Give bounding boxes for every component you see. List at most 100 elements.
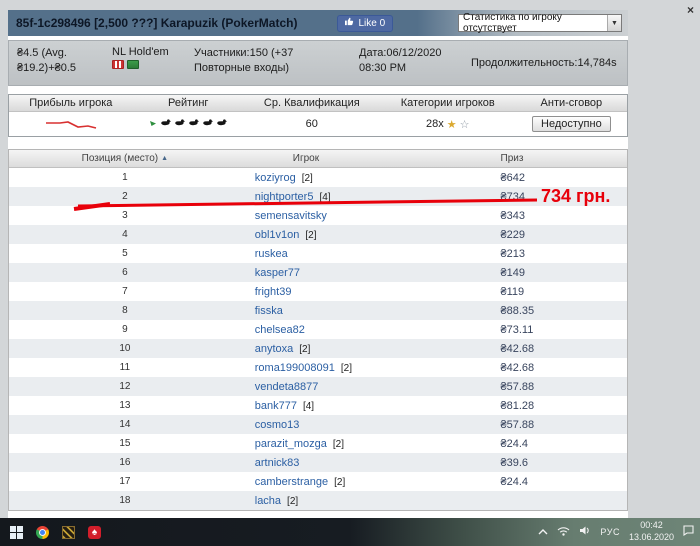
- player-link[interactable]: koziyrog: [255, 172, 296, 184]
- player-link[interactable]: anytoxa: [255, 343, 294, 355]
- clock[interactable]: 00:42 13.06.2020: [629, 520, 674, 543]
- player-link[interactable]: vendeta8877: [255, 381, 319, 393]
- prize-cell: ₴73.11: [500, 323, 534, 336]
- player-cell: camberstrange [2]: [241, 476, 473, 488]
- entries-count: [2]: [305, 229, 317, 241]
- table-header-row: Позиция (место) ▲ Игрок Приз: [9, 150, 627, 168]
- player-cell: obl1v1on [2]: [241, 229, 473, 241]
- player-cell: nightporter5 [4]: [241, 191, 473, 203]
- position-header[interactable]: Позиция (место) ▲: [9, 153, 241, 164]
- player-stats-dropdown[interactable]: Статистика по игроку отсутствует ▼: [458, 12, 622, 34]
- prize-cell: ₴213: [500, 247, 525, 260]
- player-header[interactable]: Игрок: [241, 153, 473, 164]
- prize-header[interactable]: Приз: [473, 153, 628, 164]
- player-link[interactable]: artnick83: [255, 457, 300, 469]
- pokerstars-icon[interactable]: ♠: [88, 525, 101, 539]
- entries-count: [2]: [299, 343, 311, 355]
- table-row: 13 bank777 [4] ₴81.28: [9, 396, 627, 415]
- player-link[interactable]: kasper77: [255, 267, 300, 279]
- player-link[interactable]: lacha: [255, 495, 281, 507]
- start-button[interactable]: [10, 525, 23, 539]
- player-link[interactable]: parazit_mozga: [255, 438, 327, 450]
- duck-icon: [160, 118, 172, 131]
- prize-cell: ₴42.68: [500, 342, 535, 355]
- player-link[interactable]: bank777: [255, 400, 297, 412]
- wifi-icon[interactable]: [557, 523, 570, 541]
- player-cell: lacha [2]: [241, 495, 473, 507]
- close-icon[interactable]: ×: [687, 3, 694, 17]
- dropdown-selected-value: Статистика по игроку отсутствует: [463, 12, 562, 34]
- prize-cell: ₴57.88: [500, 418, 535, 431]
- profit-sparkline: [45, 121, 96, 129]
- player-link[interactable]: fright39: [255, 286, 292, 298]
- volume-icon[interactable]: [579, 523, 591, 541]
- player-cell: chelsea82: [241, 324, 473, 336]
- action-center-icon[interactable]: [683, 523, 694, 541]
- player-cell: kasper77: [241, 267, 473, 279]
- entries-count: [2]: [287, 495, 299, 507]
- avg-qualification-value: 60: [305, 118, 318, 130]
- table-row: 11 roma199008091 [2] ₴42.68: [9, 358, 627, 377]
- table-row: 7 fright39 ₴119: [9, 282, 627, 301]
- stats-header-rating: Рейтинг: [168, 97, 209, 109]
- tournament-date: Дата:06/12/2020 08:30 PM: [359, 47, 442, 74]
- entries-count: [4]: [319, 191, 331, 203]
- position-cell: 8: [122, 305, 128, 316]
- player-link[interactable]: cosmo13: [255, 419, 300, 431]
- player-link[interactable]: semensavitsky: [255, 210, 327, 222]
- trend-down-icon: [149, 118, 157, 130]
- entries-count: [2]: [340, 362, 352, 374]
- player-cell: koziyrog [2]: [241, 172, 473, 184]
- game-flag-icon-1: [112, 60, 124, 69]
- categories-count: 28x: [426, 118, 444, 130]
- position-cell: 5: [122, 248, 128, 259]
- player-link[interactable]: roma199008091: [255, 362, 335, 374]
- position-cell: 15: [119, 438, 131, 449]
- player-cell: ruskea: [241, 248, 473, 260]
- tray-expand-icon[interactable]: [538, 523, 548, 541]
- player-link[interactable]: chelsea82: [255, 324, 305, 336]
- stats-header-row: Прибыль игрока Рейтинг Ср. Квалификация …: [9, 95, 627, 112]
- tournament-panel: 85f-1c298496 [2,500 ???] Karapuzik (Poke…: [8, 10, 628, 518]
- tournament-infobar: ₴4.5 (Avg. ₴19.2)+₴0.5 NL Hold'em Участн…: [8, 40, 628, 86]
- like-button[interactable]: Like 0: [337, 14, 394, 32]
- prize-cell: ₴734: [500, 190, 525, 203]
- poker-app-icon[interactable]: [62, 525, 75, 539]
- player-link[interactable]: camberstrange: [255, 476, 328, 488]
- player-link[interactable]: obl1v1on: [255, 229, 300, 241]
- prize-cell: ₴24.4: [500, 437, 529, 450]
- prize-cell: ₴149: [500, 266, 525, 279]
- player-link[interactable]: ruskea: [255, 248, 288, 260]
- rating-icons: [160, 118, 228, 131]
- player-cell: parazit_mozga [2]: [241, 438, 473, 450]
- player-link[interactable]: fisska: [255, 305, 283, 317]
- taskbar-apps: ♠: [6, 525, 101, 539]
- table-row: 8 fisska ₴88.35: [9, 301, 627, 320]
- stats-header-anticollusion: Анти-сговор: [540, 97, 603, 109]
- table-row: 14 cosmo13 ₴57.88: [9, 415, 627, 434]
- player-cell: cosmo13: [241, 419, 473, 431]
- table-row: 10 anytoxa [2] ₴42.68: [9, 339, 627, 358]
- player-cell: fright39: [241, 286, 473, 298]
- table-row: 2 nightporter5 [4] ₴734: [9, 187, 627, 206]
- chrome-icon[interactable]: [36, 525, 49, 539]
- game-type: NL Hold'em: [112, 46, 194, 80]
- position-cell: 18: [119, 495, 131, 506]
- titlebar: 85f-1c298496 [2,500 ???] Karapuzik (Poke…: [8, 10, 628, 36]
- screen: × 85f-1c298496 [2,500 ???] Karapuzik (Po…: [0, 0, 700, 546]
- entries-count: [2]: [301, 172, 313, 184]
- participants: Участники:150 (+37 Повторные входы): [194, 47, 294, 74]
- prize-cell: ₴57.88: [500, 380, 535, 393]
- anti-collusion-button[interactable]: Недоступно: [532, 116, 611, 132]
- position-cell: 7: [122, 286, 128, 297]
- language-indicator[interactable]: РУС: [600, 527, 620, 537]
- duck-icon: [188, 118, 200, 131]
- position-cell: 2: [122, 191, 128, 202]
- player-link[interactable]: nightporter5: [255, 191, 314, 203]
- prize-cell: ₴81.28: [500, 399, 535, 412]
- star-icon: ☆: [459, 118, 470, 131]
- player-cell: fisska: [241, 305, 473, 317]
- duck-icon: [202, 118, 214, 131]
- entries-count: [2]: [332, 438, 345, 450]
- position-cell: 11: [119, 362, 131, 373]
